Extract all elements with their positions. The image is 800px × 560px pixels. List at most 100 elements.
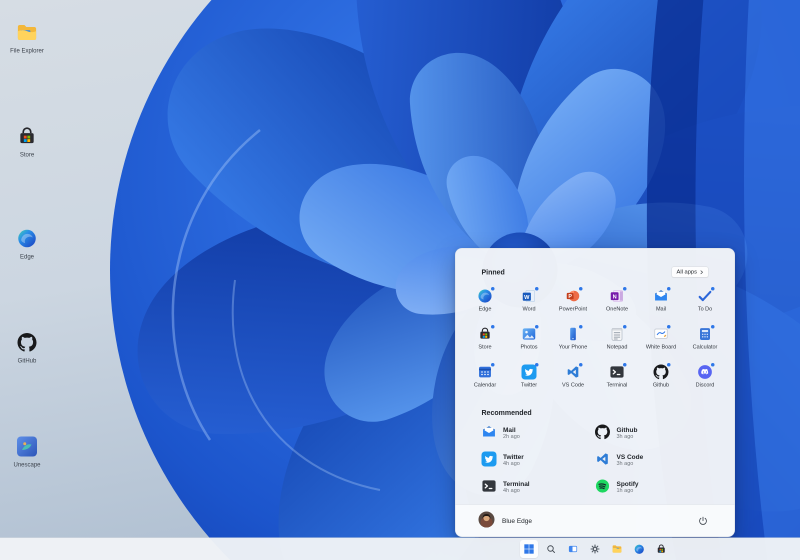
pinned-app-onenote[interactable]: N OneNote bbox=[602, 287, 633, 320]
desktop-icon-label: Edge bbox=[19, 253, 35, 260]
windows-logo-icon bbox=[524, 544, 534, 554]
mail-icon bbox=[654, 287, 671, 304]
file-explorer-button[interactable] bbox=[608, 540, 626, 558]
power-button[interactable] bbox=[695, 512, 712, 529]
all-apps-button[interactable]: All apps bbox=[671, 266, 709, 278]
edge-icon bbox=[478, 287, 495, 304]
notification-dot bbox=[711, 287, 715, 291]
edge-icon bbox=[634, 544, 644, 554]
recommended-title: Recommended bbox=[481, 408, 532, 417]
desktop-icon-github[interactable]: GitHub bbox=[3, 330, 51, 364]
recommended-item-twitter[interactable]: Twitter 4h ago bbox=[481, 451, 596, 469]
pinned-app-github[interactable]: Github bbox=[646, 363, 677, 396]
recommended-item-mail[interactable]: Mail 2h ago bbox=[482, 426, 596, 441]
desktop-icon-label: GitHub bbox=[17, 357, 37, 364]
pinned-app-whiteboard[interactable]: White Board bbox=[646, 325, 677, 358]
svg-text:P: P bbox=[568, 294, 572, 300]
pinned-header: Pinned All apps bbox=[456, 249, 735, 278]
avatar bbox=[478, 511, 495, 531]
recommended-item-vscode[interactable]: VS Code 3h ago bbox=[595, 453, 709, 468]
photos-icon bbox=[522, 325, 539, 342]
notification-dot bbox=[623, 325, 627, 329]
start-button[interactable] bbox=[520, 540, 538, 558]
store-button[interactable] bbox=[652, 540, 670, 558]
notification-dot bbox=[711, 325, 715, 329]
pinned-app-todo[interactable]: To Do bbox=[690, 287, 721, 320]
user-profile-button[interactable]: Blue Edge bbox=[478, 511, 532, 531]
recommended-item-terminal[interactable]: Terminal 4h ago bbox=[482, 480, 596, 495]
desktop-icon-file-explorer[interactable]: File Explorer bbox=[3, 20, 51, 54]
task-view-button[interactable] bbox=[564, 540, 582, 558]
notification-dot bbox=[491, 287, 495, 291]
recommended-item-spotify[interactable]: Spotify 1h ago bbox=[595, 478, 709, 496]
desktop-icon-edge[interactable]: Edge bbox=[3, 226, 51, 260]
desktop-screen: File Explorer Store Edge GitHub Unescape bbox=[0, 0, 800, 560]
pinned-app-vscode[interactable]: VS Code bbox=[558, 363, 589, 396]
recommended-header: Recommended bbox=[456, 409, 735, 418]
desktop-icon-label: File Explorer bbox=[10, 47, 44, 54]
taskbar-icon-group bbox=[520, 538, 670, 560]
pinned-app-photos[interactable]: Photos bbox=[514, 325, 545, 358]
pinned-app-calendar[interactable]: Calendar bbox=[470, 363, 501, 396]
notification-dot bbox=[491, 325, 495, 329]
pinned-grid: Edge W Word P PowerPoint N OneNote Mail … bbox=[456, 287, 735, 396]
search-button[interactable] bbox=[542, 540, 560, 558]
svg-text:N: N bbox=[613, 294, 617, 300]
pinned-app-notepad[interactable]: Notepad bbox=[602, 325, 633, 358]
terminal-icon bbox=[482, 478, 497, 496]
powerpoint-icon: P bbox=[566, 287, 583, 304]
pinned-app-powerpoint[interactable]: P PowerPoint bbox=[558, 287, 589, 320]
start-menu: Pinned All apps Edge W Word P PowerPoint… bbox=[455, 248, 735, 537]
twitter-icon bbox=[521, 363, 539, 380]
notification-dot bbox=[535, 363, 539, 367]
unescape-icon bbox=[17, 434, 37, 459]
search-icon bbox=[547, 545, 555, 553]
pinned-app-calculator[interactable]: Calculator bbox=[690, 325, 721, 358]
pinned-title: Pinned bbox=[481, 268, 505, 276]
all-apps-label: All apps bbox=[676, 269, 697, 275]
word-icon: W bbox=[522, 287, 539, 304]
edge-icon bbox=[17, 226, 37, 251]
recommended-list: Mail 2h ago Github 3h ago Twitter 4h ago VS… bbox=[481, 424, 709, 496]
terminal-icon bbox=[610, 363, 627, 380]
gear-icon bbox=[590, 544, 600, 554]
pinned-app-terminal[interactable]: Terminal bbox=[602, 363, 633, 396]
store-icon bbox=[478, 325, 495, 342]
pinned-app-word[interactable]: W Word bbox=[514, 287, 545, 320]
notification-dot bbox=[623, 363, 627, 367]
notification-dot bbox=[579, 363, 583, 367]
desktop-icon-store[interactable]: Store bbox=[3, 124, 51, 158]
twitter-icon bbox=[481, 451, 497, 469]
pinned-app-your-phone[interactable]: Your Phone bbox=[558, 325, 589, 358]
onenote-icon: N bbox=[610, 287, 627, 304]
edge-button[interactable] bbox=[630, 540, 648, 558]
github-icon bbox=[595, 424, 610, 442]
notification-dot bbox=[667, 287, 671, 291]
settings-button[interactable] bbox=[586, 540, 604, 558]
pinned-app-mail[interactable]: Mail bbox=[646, 287, 677, 320]
pinned-app-twitter[interactable]: Twitter bbox=[514, 363, 545, 396]
start-menu-footer: Blue Edge bbox=[455, 504, 735, 537]
taskbar bbox=[0, 537, 800, 560]
notification-dot bbox=[667, 325, 671, 329]
mail-icon bbox=[482, 424, 497, 442]
pinned-app-store[interactable]: Store bbox=[470, 325, 501, 358]
pinned-app-discord[interactable]: Discord bbox=[690, 363, 721, 396]
github-icon bbox=[653, 363, 671, 380]
phone-icon bbox=[566, 325, 583, 342]
notification-dot bbox=[667, 363, 671, 367]
vscode-icon bbox=[566, 363, 583, 380]
spotify-icon bbox=[595, 478, 610, 496]
desktop-icon-unescape[interactable]: Unescape bbox=[3, 434, 51, 468]
notification-dot bbox=[535, 325, 539, 329]
notification-dot bbox=[579, 325, 583, 329]
file-explorer-icon bbox=[612, 545, 622, 553]
github-icon bbox=[17, 330, 37, 355]
pinned-app-edge[interactable]: Edge bbox=[470, 287, 501, 320]
recommended-item-github[interactable]: Github 3h ago bbox=[595, 424, 709, 442]
notification-dot bbox=[491, 363, 495, 367]
svg-text:W: W bbox=[524, 295, 530, 301]
store-icon bbox=[17, 124, 37, 149]
file-explorer-icon bbox=[16, 20, 39, 45]
vscode-icon bbox=[595, 451, 610, 469]
